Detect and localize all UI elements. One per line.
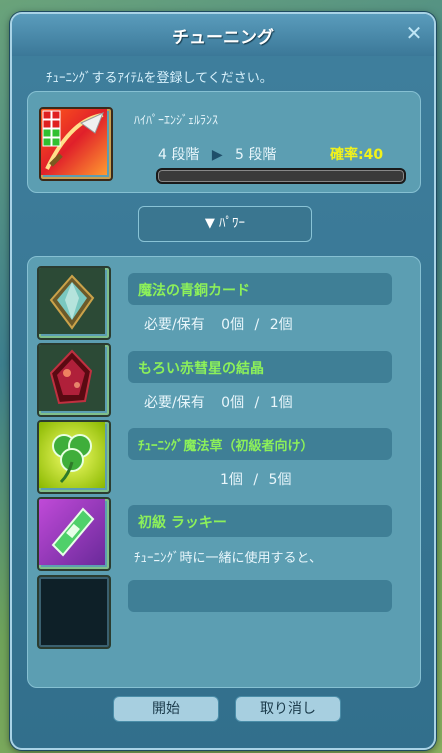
- count-separator: /: [254, 317, 260, 333]
- tuning-progress-bar: [156, 168, 406, 184]
- window-title: チューニング: [172, 28, 274, 48]
- close-icon[interactable]: ✕: [404, 22, 424, 44]
- material-count-3: 1個 / 5個: [220, 469, 291, 489]
- material-row-2: もろい赤彗星の結晶: [128, 351, 392, 383]
- item-name: ﾊｲﾊﾟｰｴﾝｼﾞｪﾙﾗﾝｽ: [134, 113, 219, 127]
- start-button[interactable]: 開始: [113, 696, 219, 722]
- count-label: 必要/保有: [144, 395, 205, 411]
- material-slot-2[interactable]: [37, 343, 111, 417]
- required-count: 0個: [221, 395, 245, 411]
- material-name: 魔法の青銅カード: [138, 283, 250, 299]
- count-separator: /: [253, 472, 259, 488]
- arrow-right-icon: ▶: [211, 147, 223, 163]
- material-slot-3[interactable]: [37, 420, 111, 494]
- clover-icon: [39, 422, 105, 488]
- tuning-window: チューニング ✕ ﾁｭｰﾆﾝｸﾞするｱｲﾃﾑを登録してください。 ﾊｲﾊﾟｰｴﾝ…: [10, 12, 436, 750]
- material-description: ﾁｭｰﾆﾝｸﾞ時に一緒に使用すると、: [134, 551, 322, 566]
- lucky-ticket-icon: [39, 499, 105, 565]
- material-row-1: 魔法の青銅カード: [128, 273, 392, 305]
- to-grade: 5 段階: [235, 147, 277, 163]
- bronze-card-icon: [39, 268, 105, 334]
- from-grade: 4 段階: [158, 147, 200, 163]
- material-name: もろい赤彗星の結晶: [138, 361, 264, 377]
- required-count: 1個: [220, 472, 243, 488]
- success-rate: 確率:40: [330, 147, 384, 163]
- required-count: 0個: [221, 317, 245, 333]
- grade-change: 4 段階 ▶ 5 段階: [158, 144, 276, 164]
- count-label: 必要/保有: [144, 317, 205, 333]
- power-button[interactable]: ▼ ﾊﾟﾜｰ: [138, 206, 312, 242]
- title-bar[interactable]: チューニング ✕: [12, 14, 434, 56]
- material-name: ﾁｭｰﾆﾝｸﾞ魔法草（初級者向け）: [138, 439, 314, 454]
- item-slot[interactable]: [39, 107, 113, 181]
- material-count-2: 必要/保有 0個 / 1個: [144, 392, 293, 412]
- material-row-4: 初級 ラッキー: [128, 505, 392, 537]
- owned-count: 5個: [268, 472, 292, 488]
- cancel-button[interactable]: 取り消し: [235, 696, 341, 722]
- material-slot-4[interactable]: [37, 497, 111, 571]
- material-count-1: 必要/保有 0個 / 2個: [144, 314, 293, 334]
- material-row-5: [128, 580, 392, 612]
- material-name: 初級 ラッキー: [138, 515, 227, 531]
- lance-icon: [41, 109, 107, 175]
- red-comet-crystal-icon: [39, 345, 105, 411]
- materials-panel: 魔法の青銅カード 必要/保有 0個 / 2個 もろい赤彗星の結晶 必要/保有 0…: [27, 256, 421, 688]
- material-slot-5-empty[interactable]: [37, 575, 111, 649]
- material-row-3: ﾁｭｰﾆﾝｸﾞ魔法草（初級者向け）: [128, 428, 392, 460]
- count-separator: /: [254, 395, 260, 411]
- instruction-text: ﾁｭｰﾆﾝｸﾞするｱｲﾃﾑを登録してください。: [46, 71, 273, 86]
- owned-count: 1個: [269, 395, 293, 411]
- item-panel: ﾊｲﾊﾟｰｴﾝｼﾞｪﾙﾗﾝｽ 4 段階 ▶ 5 段階 確率:40: [27, 91, 421, 193]
- owned-count: 2個: [269, 317, 293, 333]
- material-slot-1[interactable]: [37, 266, 111, 340]
